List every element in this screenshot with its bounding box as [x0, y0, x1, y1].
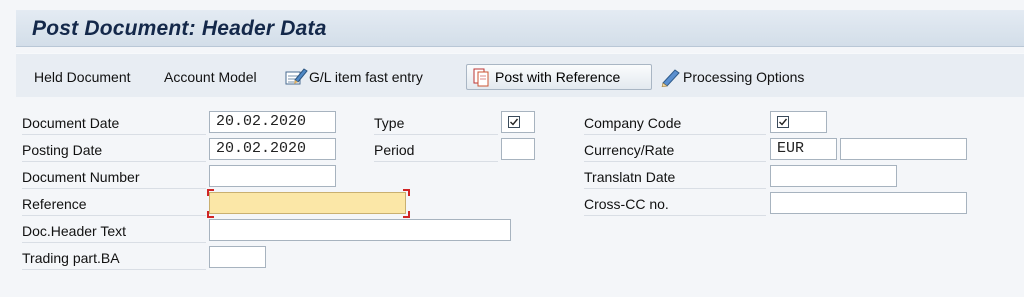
company-code-label: Company Code — [584, 115, 682, 131]
checkbox-icon — [777, 116, 789, 128]
document-number-label: Document Number — [22, 169, 140, 185]
focus-corner — [403, 211, 410, 218]
header-data-form: Document Date Posting Date Document Numb… — [16, 97, 1024, 297]
trading-part-ba-input[interactable] — [209, 246, 266, 268]
post-with-reference-label: Post with Reference — [495, 69, 621, 85]
doc-header-text-label: Doc.Header Text — [22, 223, 127, 239]
reference-input[interactable] — [209, 192, 406, 214]
checkbox-icon — [508, 116, 520, 128]
period-label: Period — [374, 142, 415, 158]
pencil-icon — [660, 67, 682, 93]
gl-item-fast-entry-button[interactable]: G/L item fast entry — [284, 66, 446, 88]
label-separator — [22, 269, 206, 270]
held-document-button[interactable]: Held Document — [34, 66, 131, 88]
focus-corner — [403, 189, 410, 196]
label-separator — [584, 215, 766, 216]
gl-fast-entry-icon — [284, 67, 308, 93]
label-separator — [22, 161, 206, 162]
post-with-reference-icon — [472, 67, 492, 90]
label-separator — [22, 188, 206, 189]
period-input[interactable] — [501, 138, 535, 160]
label-separator — [22, 134, 206, 135]
translatn-date-label: Translatn Date — [584, 169, 676, 185]
document-date-label: Document Date — [22, 115, 120, 131]
post-with-reference-button[interactable]: Post with Reference — [466, 64, 652, 90]
type-input[interactable] — [501, 111, 535, 133]
account-model-button[interactable]: Account Model — [164, 66, 257, 88]
trading-part-ba-label: Trading part.BA — [22, 250, 120, 266]
label-separator — [22, 242, 206, 243]
label-separator — [584, 188, 766, 189]
label-separator — [584, 134, 766, 135]
cross-cc-no-input[interactable] — [770, 192, 967, 214]
posting-date-label: Posting Date — [22, 142, 103, 158]
translatn-date-input[interactable] — [770, 165, 897, 187]
reference-label: Reference — [22, 196, 87, 212]
gl-item-fast-entry-label: G/L item fast entry — [309, 69, 423, 85]
doc-header-text-input[interactable] — [209, 219, 511, 241]
title-bar: Post Document: Header Data — [16, 10, 1024, 47]
focus-corner — [207, 189, 214, 196]
label-separator — [374, 134, 498, 135]
processing-options-button[interactable]: Processing Options — [660, 66, 830, 88]
application-toolbar: Held Document Account Model G/L item fas… — [16, 53, 1024, 99]
label-separator — [22, 215, 206, 216]
focus-corner — [207, 211, 214, 218]
currency-input[interactable]: EUR — [770, 138, 837, 160]
page-title: Post Document: Header Data — [32, 17, 327, 40]
company-code-input[interactable] — [770, 111, 827, 133]
document-number-input[interactable] — [209, 165, 336, 187]
posting-date-input[interactable]: 20.02.2020 — [209, 138, 336, 160]
document-date-input[interactable]: 20.02.2020 — [209, 111, 336, 133]
label-separator — [584, 161, 766, 162]
currency-rate-label: Currency/Rate — [584, 142, 675, 158]
cross-cc-no-label: Cross-CC no. — [584, 196, 669, 212]
exchange-rate-input[interactable] — [840, 138, 967, 160]
processing-options-label: Processing Options — [683, 69, 805, 85]
label-separator — [374, 161, 498, 162]
type-label: Type — [374, 115, 405, 131]
